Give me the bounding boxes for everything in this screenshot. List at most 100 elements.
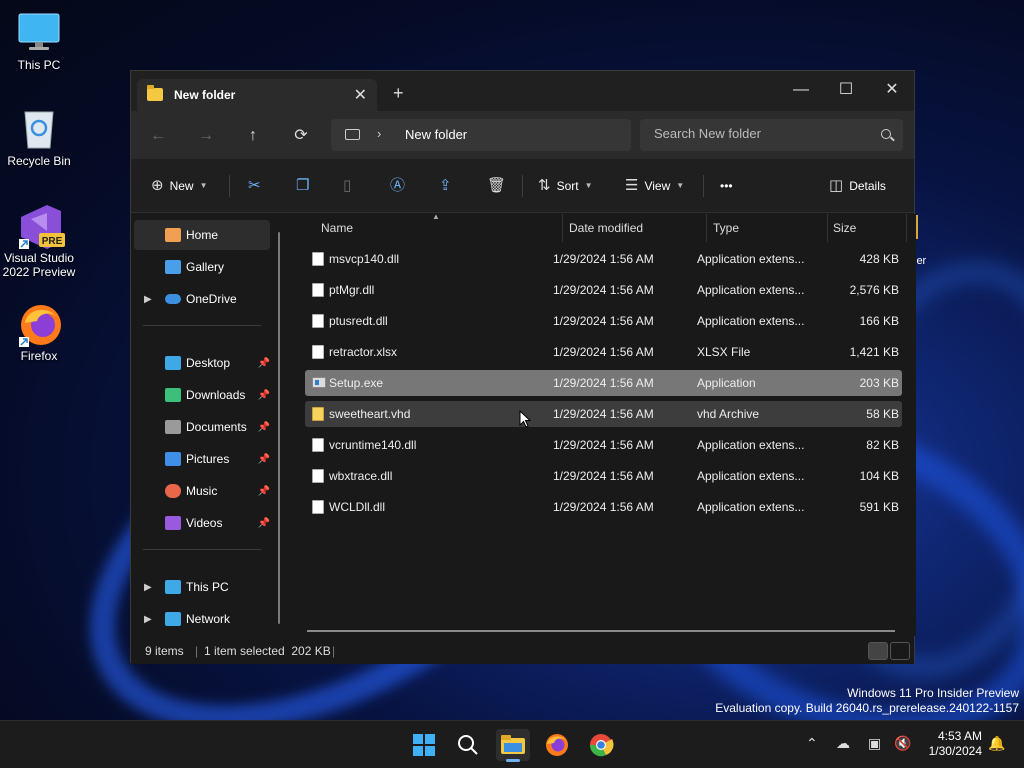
file-type: vhd Archive (697, 407, 760, 421)
view-button[interactable]: ☰ View ▼ (625, 173, 684, 199)
paste-button[interactable]: ▯ (343, 173, 351, 199)
search-box[interactable] (640, 119, 903, 151)
column-header-date[interactable]: Date modified (569, 214, 643, 242)
network-status-icon[interactable]: ▣ (868, 735, 881, 752)
desktop-icon-this-pc[interactable]: This PC (0, 10, 78, 72)
new-button[interactable]: ⊕ New ▼ (151, 173, 208, 199)
column-header-type[interactable]: Type (713, 214, 739, 242)
column-divider[interactable] (827, 214, 828, 242)
file-row[interactable]: retractor.xlsx 1/29/2024 1:56 AM XLSX File… (305, 339, 902, 365)
sidebar-item-downloads[interactable]: Downloads 📌 (134, 380, 270, 410)
notification-bell-icon[interactable]: 🔔 (988, 735, 1005, 752)
view-label: View (644, 179, 671, 193)
column-divider[interactable] (706, 214, 707, 242)
refresh-button[interactable]: ⟳ (288, 123, 314, 149)
dll-file-icon (312, 252, 324, 266)
sidebar-item-music[interactable]: Music 📌 (134, 476, 270, 506)
onedrive-offline-icon[interactable]: ☁ (836, 735, 850, 752)
pin-icon: 📌 (257, 357, 270, 369)
sort-button[interactable]: ⇅ Sort ▼ (538, 173, 593, 199)
column-header-size[interactable]: Size (833, 214, 856, 242)
desktop-icon-visual-studio[interactable]: PRE Visual Studio 2022 Preview (0, 203, 78, 279)
sidebar-item-onedrive[interactable]: ▶ OneDrive (134, 284, 270, 314)
new-tab-button[interactable]: + (393, 83, 404, 104)
sidebar-item-videos[interactable]: Videos 📌 (134, 508, 270, 538)
sidebar-item-label: Pictures (186, 452, 230, 466)
dll-file-icon (312, 283, 324, 297)
address-bar[interactable]: › New folder (331, 119, 631, 151)
sidebar-item-gallery[interactable]: Gallery (134, 252, 270, 282)
file-size: 203 KB (859, 376, 899, 390)
column-divider[interactable] (906, 214, 907, 242)
file-name: vcruntime140.dll (329, 438, 417, 452)
file-list: ▲ Name Date modified Type Size msvcp140.… (289, 212, 916, 636)
column-header-name[interactable]: Name (321, 214, 353, 242)
chrome-taskbar-button[interactable] (584, 729, 618, 761)
tiles-view-button[interactable] (890, 642, 910, 660)
sidebar-item-label: This PC (186, 580, 229, 594)
minimize-button[interactable]: — (778, 75, 824, 105)
firefox-taskbar-button[interactable] (540, 729, 574, 761)
search-icon (458, 735, 478, 755)
file-row[interactable]: ptMgr.dll 1/29/2024 1:56 AM Application ex… (305, 277, 902, 303)
column-divider[interactable] (562, 214, 563, 242)
search-input[interactable] (654, 126, 864, 141)
trash-icon: 🗑 (487, 177, 507, 194)
rename-button[interactable]: Ⓐ (390, 173, 405, 199)
file-row[interactable]: wbxtrace.dll 1/29/2024 1:56 AM Application… (305, 463, 902, 489)
cut-button[interactable]: ✂ (248, 173, 261, 199)
breadcrumb-new-folder[interactable]: New folder (405, 127, 467, 142)
close-button[interactable]: ✕ (869, 75, 915, 105)
start-button[interactable] (407, 729, 441, 761)
file-date: 1/29/2024 1:56 AM (553, 345, 654, 359)
search-taskbar-button[interactable] (451, 729, 485, 761)
watermark-line: Evaluation copy. Build 26040.rs_prerelea… (715, 701, 1019, 715)
sort-label: Sort (556, 179, 579, 193)
file-row[interactable]: Setup.exe 1/29/2024 1:56 AM Application 203… (305, 370, 902, 396)
watermark-line: Windows 11 Pro Insider Preview (847, 686, 1019, 700)
back-button[interactable]: ← (145, 123, 171, 149)
details-view-button[interactable] (868, 642, 888, 660)
file-explorer-taskbar-button[interactable] (496, 729, 530, 762)
sidebar-item-documents[interactable]: Documents 📌 (134, 412, 270, 442)
pictures-icon (165, 452, 181, 466)
more-options-button[interactable]: ••• (720, 173, 733, 199)
this-pc-icon (165, 580, 181, 594)
chevron-right-icon[interactable]: ▶ (144, 582, 152, 593)
pin-icon: 📌 (257, 485, 270, 497)
chevron-down-icon: ▼ (199, 181, 208, 190)
copy-button[interactable]: ❐ (296, 173, 309, 199)
details-pane-button[interactable]: ◫ Details (829, 173, 886, 199)
sidebar-item-desktop[interactable]: Desktop 📌 (134, 348, 270, 378)
sidebar-item-pictures[interactable]: Pictures 📌 (134, 444, 270, 474)
forward-button[interactable]: → (193, 123, 219, 149)
chevron-right-icon[interactable]: › (377, 126, 381, 141)
sidebar-item-home[interactable]: Home (134, 220, 270, 250)
sidebar-item-network[interactable]: ▶ Network (134, 604, 270, 634)
desktop-icon-firefox[interactable]: Firefox (0, 301, 78, 363)
item-count: 9 items (145, 644, 184, 658)
tab-new-folder[interactable]: New folder ✕ (137, 79, 377, 111)
sidebar-item-this-pc[interactable]: ▶ This PC (134, 572, 270, 602)
file-row[interactable]: ptusredt.dll 1/29/2024 1:56 AM Application… (305, 308, 902, 334)
chevron-right-icon[interactable]: ▶ (144, 294, 152, 305)
sidebar-scrollbar[interactable] (278, 232, 280, 624)
maximize-button[interactable]: ☐ (823, 75, 869, 105)
horizontal-scrollbar[interactable] (307, 630, 895, 632)
delete-button[interactable]: 🗑 (487, 173, 506, 199)
desktop-icon-recycle-bin[interactable]: Recycle Bin (0, 106, 78, 168)
system-clock[interactable]: 4:53 AM 1/30/2024 (929, 729, 982, 759)
documents-icon (165, 420, 181, 434)
volume-muted-icon[interactable]: 🔇 (894, 735, 911, 752)
share-button[interactable]: ⇪ (439, 173, 452, 199)
show-hidden-icons-chevron-icon[interactable]: ⌃ (806, 735, 818, 752)
up-button[interactable]: ↑ (240, 123, 266, 149)
file-row[interactable]: WCLDll.dll 1/29/2024 1:56 AM Application e… (305, 494, 902, 520)
file-row[interactable]: sweetheart.vhd 1/29/2024 1:56 AM vhd Archi… (305, 401, 902, 427)
file-row[interactable]: msvcp140.dll 1/29/2024 1:56 AM Application… (305, 246, 902, 272)
file-name: ptMgr.dll (329, 283, 375, 297)
close-tab-icon[interactable]: ✕ (354, 85, 367, 105)
chevron-right-icon[interactable]: ▶ (144, 614, 152, 625)
file-row[interactable]: vcruntime140.dll 1/29/2024 1:56 AM Applica… (305, 432, 902, 458)
search-icon[interactable] (881, 129, 891, 139)
